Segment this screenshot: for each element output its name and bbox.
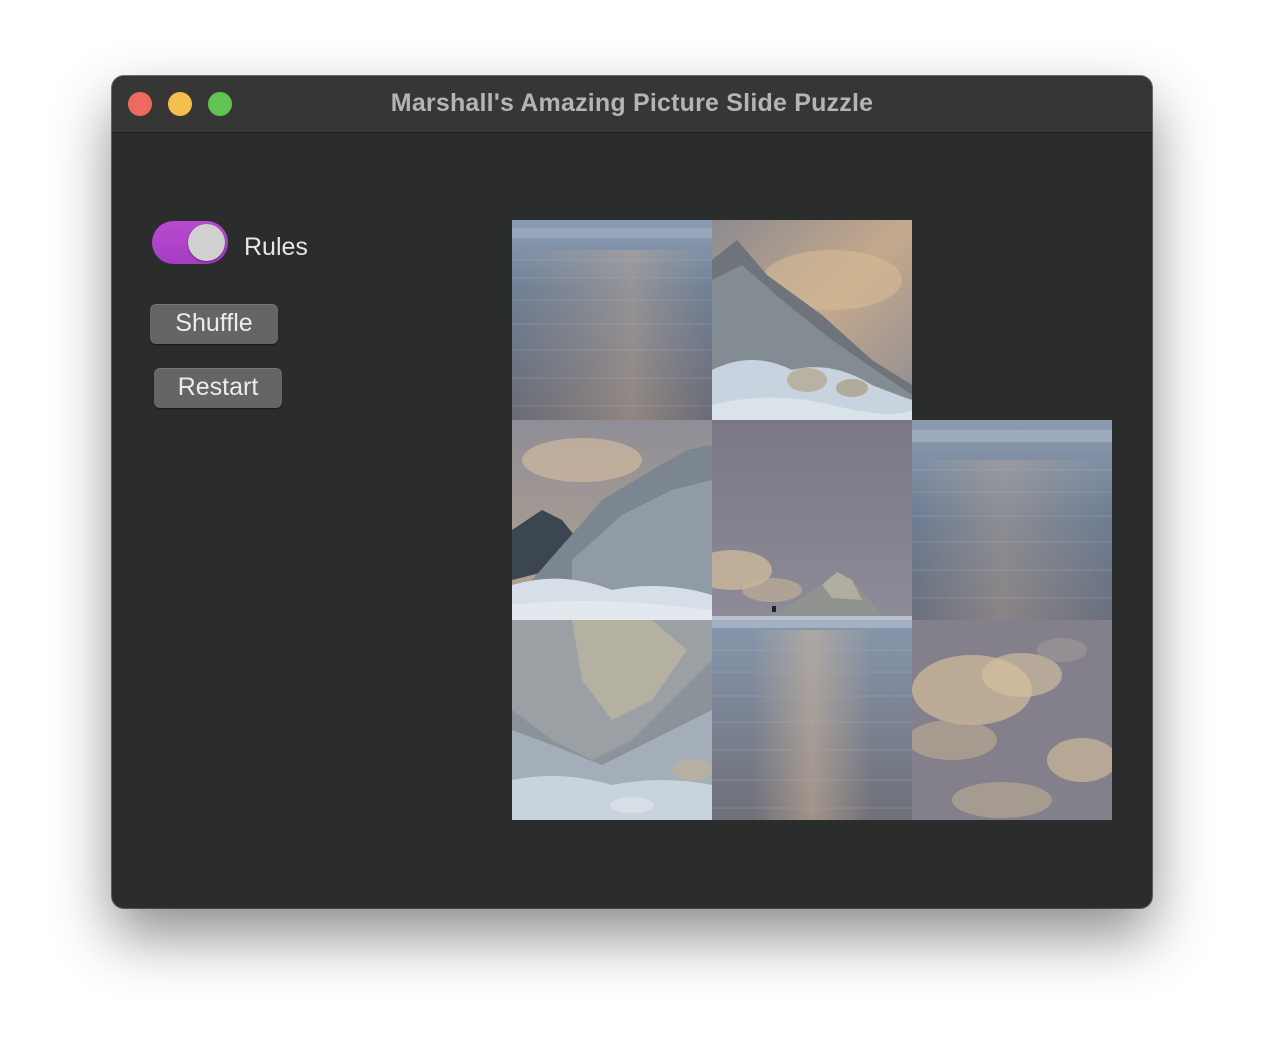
title-bar[interactable]: Marshall's Amazing Picture Slide Puzzle xyxy=(112,76,1152,133)
water-tile-image xyxy=(712,620,912,820)
puzzle-tile[interactable] xyxy=(512,220,712,420)
sky-tile-image xyxy=(712,420,912,620)
empty-slot xyxy=(912,220,1112,420)
puzzle-board xyxy=(512,220,1112,820)
app-window: Marshall's Amazing Picture Slide Puzzle … xyxy=(112,76,1152,908)
water-tile-image xyxy=(512,220,712,420)
clouds-tile-image xyxy=(912,620,1112,820)
puzzle-tile[interactable] xyxy=(912,420,1112,620)
shuffle-button[interactable]: Shuffle xyxy=(150,304,278,344)
puzzle-tile[interactable] xyxy=(512,620,712,820)
mountain-tile-image xyxy=(712,220,912,420)
water-tile-image xyxy=(912,420,1112,620)
window-title: Marshall's Amazing Picture Slide Puzzle xyxy=(390,89,874,117)
puzzle-tile[interactable] xyxy=(712,620,912,820)
puzzle-tile[interactable] xyxy=(912,620,1112,820)
restart-button[interactable]: Restart xyxy=(154,368,282,408)
rules-toggle-knob xyxy=(188,224,225,261)
puzzle-tile[interactable] xyxy=(712,220,912,420)
rules-toggle[interactable] xyxy=(152,221,228,264)
mountain-tile-image xyxy=(512,420,712,620)
rules-label: Rules xyxy=(244,233,308,261)
puzzle-tile[interactable] xyxy=(512,420,712,620)
mountain-tile-image xyxy=(512,620,712,820)
puzzle-tile[interactable] xyxy=(712,420,912,620)
